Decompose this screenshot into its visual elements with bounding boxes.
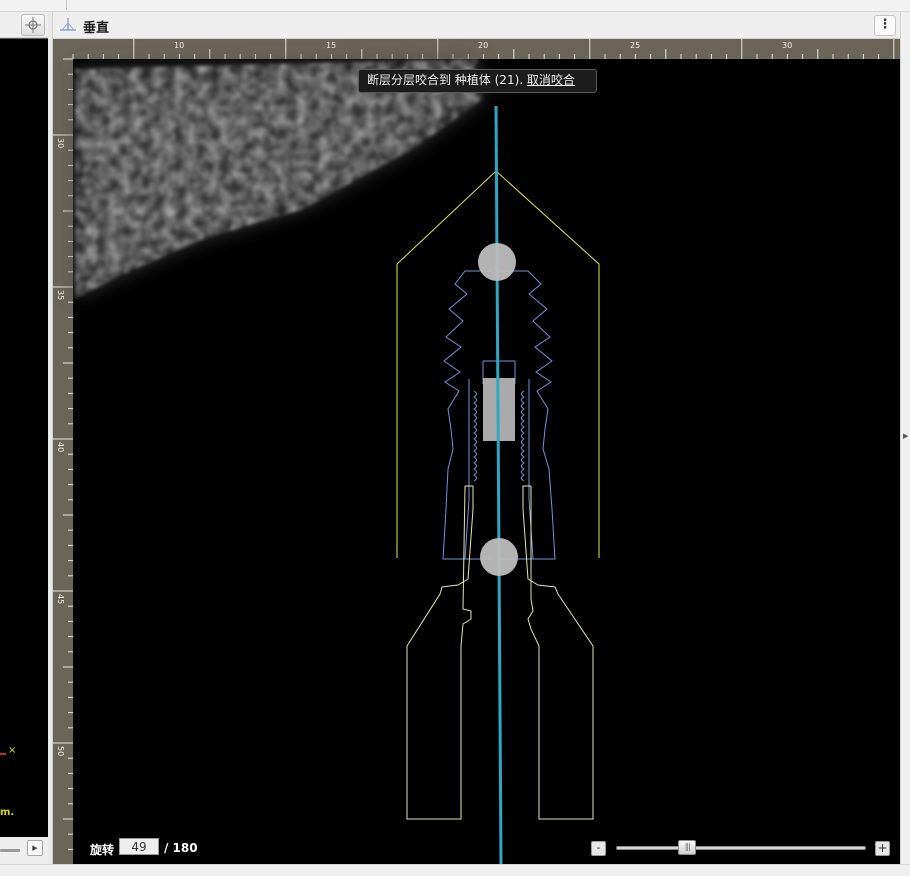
measurement-marker: m. [0,807,15,818]
view-header: 垂直 ⋮ [53,12,901,39]
top-toolbar-strip [0,0,910,12]
view-menu-button[interactable]: ⋮ [874,15,896,36]
ruler-label-y-45: 45 [56,594,65,604]
left-view-header [0,12,48,38]
rotation-label: 旋转 [90,843,115,857]
axis-bottom-handle[interactable] [480,538,518,576]
ruler-label-y-50: 50 [56,746,65,756]
left-view-canvas[interactable]: × m. [0,39,48,837]
crosshair-icon [25,17,41,33]
zoom-slider-thumb[interactable]: ||| [678,840,697,855]
ruler-label-x-25: 25 [630,41,640,50]
ruler-label-y-40: 40 [56,442,65,452]
center-view-button[interactable] [21,14,45,36]
ruler-label-x-10: 10 [174,41,184,50]
ruler-label-x-30: 30 [782,41,792,50]
next-slice-button[interactable]: ▶ [27,840,43,856]
ruler-label-x-20: 20 [478,41,488,50]
left-view-panel: × m. ▶ [0,12,48,864]
ruler-label-y-35: 35 [56,290,65,300]
view-title: 垂直 [83,21,110,36]
rotation-angle-input[interactable] [119,838,159,855]
snap-message: 断层分层咬合到 种植体 (21). [367,73,527,87]
vertical-view-icon [60,18,76,31]
axis-top-handle[interactable] [478,243,516,281]
zoom-in-button[interactable]: + [875,841,890,856]
ct-slice-canvas[interactable]: 10 15 20 25 30 30 35 40 45 50 [53,39,901,864]
rotation-total: / 180 [164,841,198,855]
cancel-snap-link[interactable]: 取消咬合 [527,73,575,87]
ruler-label-y-30: 30 [56,138,65,148]
zoom-out-button[interactable]: - [591,841,606,856]
zoom-slider-track[interactable] [616,846,866,850]
expand-arrow-icon: ▶ [903,432,909,440]
left-view-footer: ▶ [0,837,48,864]
axis-marker-line [0,753,6,755]
bottom-status-strip [0,864,910,876]
left-slider-track[interactable] [0,849,20,852]
x-axis-marker: × [8,745,17,756]
ruler-label-x-15: 15 [326,41,336,50]
snap-notification-banner: 断层分层咬合到 种植体 (21). 取消咬合 [358,69,597,93]
vertical-view-panel: 垂直 ⋮ 10 15 20 25 30 30 35 40 45 50 断层分层咬… [52,12,901,864]
right-collapse-strip[interactable]: ▶ [900,12,910,864]
